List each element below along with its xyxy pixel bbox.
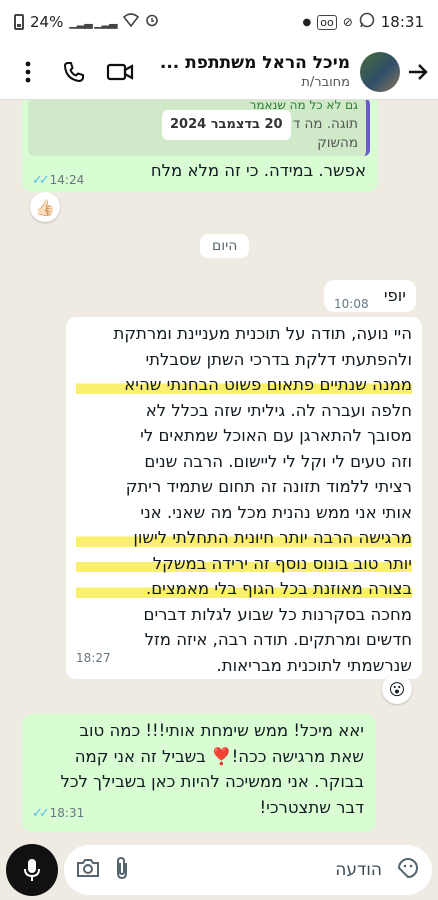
date-chip: 20 בדצמבר 2024 [162,110,291,140]
message-line: וזה טעים לי וקל לי ליישום. הרבה שנים [144,451,412,471]
wifi-icon [122,13,139,31]
mute-icon: ⊘ [342,15,353,29]
chat-area[interactable]: גם לא כל מה שנאמר תוגה. מה ד רים, במשקל … [0,100,438,840]
message-composer: הודעה [0,840,438,900]
voicemail-icon: oo [317,14,337,30]
whatsapp-status-icon [359,12,375,32]
incoming-message[interactable]: היי נועה, תודה על תוכנית מעניינת ומרתקת … [66,317,422,679]
back-arrow-icon[interactable] [404,59,430,85]
message-line: שנרשמתי לתוכנית מבריאות. [216,655,412,675]
chat-header: מיכל הראל משתתפת ... מחובר/ת [0,44,438,100]
contact-info[interactable]: מיכל הראל משתתפת ... מחובר/ת [134,53,360,90]
quoted-message[interactable]: גם לא כל מה שנאמר תוגה. מה ד רים, במשקל … [28,100,370,156]
contact-status: מחובר/ת [301,75,350,90]
outgoing-message[interactable]: יאא מיכל! ממש שימחת אותי!!! כמה טוב שאת … [22,714,376,832]
day-separator: היום [200,234,250,258]
outgoing-message[interactable]: גם לא כל מה שנאמר תוגה. מה ד רים, במשקל … [22,100,378,192]
reaction-thumbs-up[interactable]: 👍🏻 [30,192,60,222]
message-line: בבוקר. אני ממשיכה להיות כאן בשבילך לכל [60,772,364,791]
read-ticks-icon: ✓✓ [32,173,50,188]
status-bar: 24% ▁▂▃ ▁▂▃ ● oo ⊘ 18:31 [0,0,438,44]
message-line: היי נועה, תודה על תוכנית מעניינת ומרתקת [113,324,412,343]
sticker-icon[interactable] [396,856,420,884]
message-input-box[interactable]: הודעה [64,845,432,895]
camera-icon[interactable] [76,858,100,882]
reaction-surprised[interactable]: 😮 [382,674,412,704]
message-line: מסובך להתארגן עם האוכל שמתאים לי [140,426,412,445]
signal-icon: ▁▂▃ ▁▂▃ [69,15,117,29]
battery-level: 24% [30,13,64,31]
battery-icon [14,14,24,30]
message-line: ממנה שנתיים פתאום פשוט הבחנתי שהיא [76,372,412,398]
message-line: מרגישה הרבה יותר חיונית התחלתי לישון [76,525,412,551]
alarm-icon [145,13,159,31]
message-line: בצורה מאוזנת בכל הגוף בלי מאמצים. [76,576,412,602]
video-call-icon[interactable] [106,58,134,86]
message-line: ולהפתעתי דלקת בדרכי השתן שסבלתי [145,349,412,369]
incoming-message[interactable]: יופי 10:08 [324,280,416,312]
message-time: 18:27 [76,650,111,665]
message-time: ✓✓ 14:24 [32,173,85,188]
message-line: שאת מרגישה ככה!❣️ בשביל זה אני קמה [74,746,364,766]
message-input[interactable]: הודעה [144,860,382,880]
message-line: חלפה ועברה לה. גיליתי שזה בכלל לא [145,400,412,420]
message-line: יאא מיכל! ממש שימחת אותי!!! כמה טוב [79,721,365,740]
message-time: ✓✓ 18:31 [32,805,85,821]
message-line: רציתי ללמוד תזונה זה תחום שתמיד ריתק [125,477,412,496]
mic-button[interactable] [6,844,58,896]
attach-icon[interactable] [114,856,130,884]
dot-icon: ● [302,16,312,28]
voice-call-icon[interactable] [60,58,88,86]
message-text: יופי [383,286,406,305]
message-time: 10:08 [334,297,369,311]
message-line: מחכה בסקרנות כל שבוע לגלות דברים [143,604,412,624]
message-line: יותר טוב בונוס נוסף זה ירידה במשקל [76,550,412,576]
avatar[interactable] [360,51,400,92]
more-options-icon[interactable] [14,58,42,86]
read-ticks-icon: ✓✓ [32,805,50,821]
message-text: אפשר. במידה. כי זה מלא מלח [150,161,366,180]
clock: 18:31 [380,13,424,31]
message-line: אותי אני ממש נהנית מכל מה שאני. אני [140,502,412,522]
message-line: חדשים ומרתקים. תודה רבה, איזה מזל [144,630,412,649]
contact-name: מיכל הראל משתתפת ... [159,53,350,73]
